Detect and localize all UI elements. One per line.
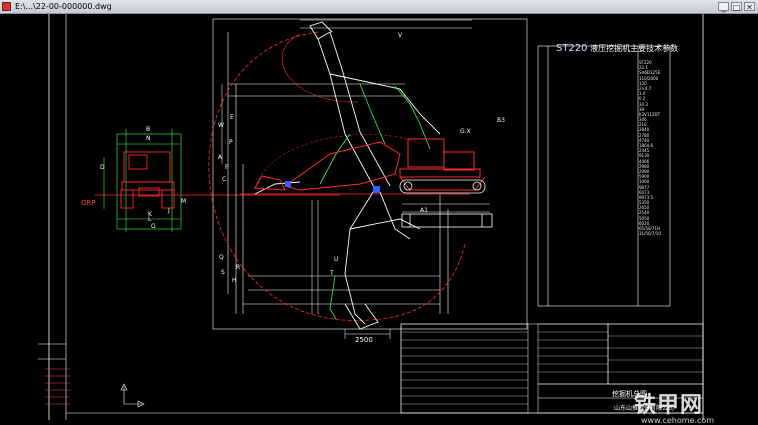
- window-title: E:\...\22-00-000000.dwg: [15, 2, 112, 11]
- dim-label-d: D: [100, 164, 105, 171]
- dim-label-m: M: [181, 198, 187, 205]
- dim-label-l: L: [148, 216, 152, 223]
- watermark-url: www.cehome.com: [641, 416, 715, 425]
- dim-label-c: C: [222, 176, 227, 183]
- drawing-canvas[interactable]: GRP V W D A B C E F G H J K L M N P Q R …: [0, 14, 758, 425]
- dim-label-p: P: [229, 139, 233, 146]
- dim-label-g: G: [151, 223, 156, 230]
- dim-label-b3: B3: [497, 117, 505, 124]
- dim-label-gx: G.X: [460, 128, 471, 135]
- maximize-button[interactable]: □: [731, 2, 742, 12]
- dim-label-j: J: [168, 207, 170, 214]
- spec-value: 31/50/7/10: [639, 231, 661, 237]
- window-titlebar: E:\...\22-00-000000.dwg _ □ ✕: [0, 0, 758, 14]
- dim-label-a: A: [218, 154, 223, 161]
- dim-label-u: U: [334, 256, 339, 263]
- dim-label-r: R: [236, 264, 241, 271]
- grp-label: GRP: [81, 199, 96, 207]
- spec-row: 31/50/7/10: [539, 231, 669, 237]
- dim-label-b: B: [146, 126, 151, 133]
- close-button[interactable]: ✕: [744, 2, 755, 12]
- minimize-button[interactable]: _: [718, 2, 729, 12]
- dim-label-w: W: [218, 122, 224, 129]
- spec-table-header: ST220 液压挖掘机主要技术参数: [556, 43, 678, 54]
- dim-label-q: Q: [219, 254, 224, 261]
- dim-label-a1: A1: [420, 207, 428, 214]
- dim-label-h: H: [232, 277, 237, 284]
- spec-table: ST220 22.1 SA6D125E 110/2000 120 2×4.7 1.0 0.2 3…: [539, 60, 669, 237]
- autocad-app-icon[interactable]: [2, 2, 11, 11]
- dim-2500-label: 2500: [355, 336, 373, 344]
- dim-label-t: T: [330, 270, 334, 277]
- dim-label-e: E: [230, 114, 234, 121]
- dim-label-f: F: [225, 164, 229, 171]
- watermark-logo: 铁甲网: [634, 393, 704, 418]
- spec-table-subtitle: 液压挖掘机主要技术参数: [590, 44, 679, 53]
- dim-label-v: V: [398, 32, 403, 39]
- dim-label-s: S: [221, 269, 225, 276]
- spec-table-model: ST220: [556, 43, 588, 54]
- dim-label-n: N: [146, 135, 151, 142]
